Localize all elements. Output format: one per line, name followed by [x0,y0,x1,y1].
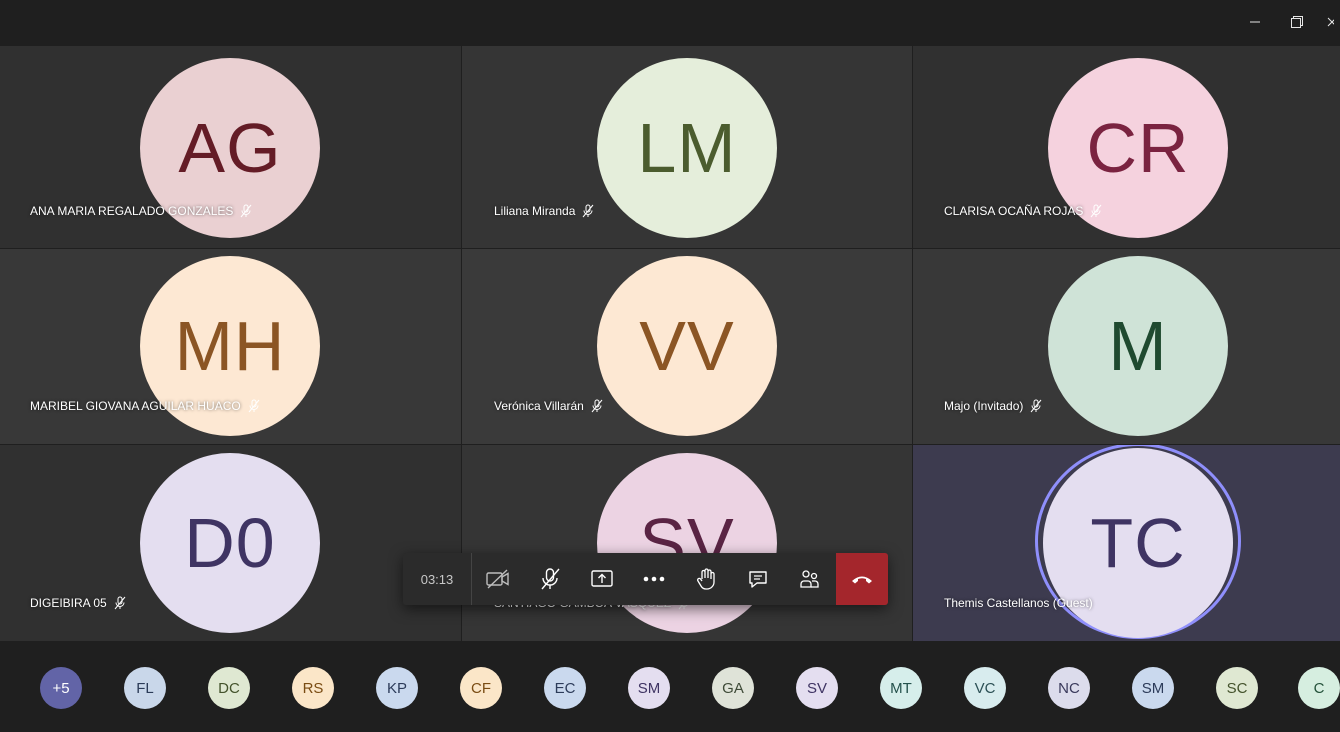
participant-name: CLARISA OCAÑA ROJAS [944,204,1084,218]
camera-off-icon [486,569,509,589]
share-screen-icon [591,570,613,587]
participant-avatar-chip[interactable]: EC [544,667,586,709]
mic-off-icon [590,399,604,413]
avatar: VV [597,256,777,436]
participant-tile[interactable]: CR CLARISA OCAÑA ROJAS [913,46,1340,248]
participant-avatar-chip[interactable]: SV [796,667,838,709]
participant-grid: AG ANA MARIA REGALADO GONZALES LM Lilian… [0,46,1340,641]
participant-avatar-chip[interactable]: GA [712,667,754,709]
mic-off-icon [239,204,253,218]
people-icon [800,570,819,588]
participant-name: DIGEIBIRA 05 [30,596,107,610]
participant-name: ANA MARIA REGALADO GONZALES [30,204,234,218]
call-timer: 03:13 [403,553,472,605]
mic-off-button[interactable] [524,553,576,605]
avatar: M [1048,256,1228,436]
participant-avatar-chip[interactable]: CF [460,667,502,709]
participant-avatar-chip[interactable]: KP [376,667,418,709]
more-participants-button[interactable]: +5 [40,667,82,709]
more-actions-button[interactable] [628,553,680,605]
participant-avatar-chip[interactable]: MT [880,667,922,709]
phone-hangup-icon [852,576,872,584]
call-controls-toolbar: 03:13 [403,553,888,605]
participant-avatar-chip[interactable]: C [1298,667,1340,709]
participant-name: Verónica Villarán [494,399,584,413]
minimize-button[interactable] [1240,8,1270,36]
participant-name: MARIBEL GIOVANA AGUILAR HUACO [30,399,241,413]
participant-tile[interactable]: AG ANA MARIA REGALADO GONZALES [0,46,461,248]
mic-off-icon [113,596,127,610]
participant-avatar-chip[interactable]: SC [1216,667,1258,709]
participant-tile[interactable]: LM Liliana Miranda [462,46,912,248]
participant-name: Themis Castellanos (Guest) [944,596,1093,610]
participant-tile-active-speaker[interactable]: TC Themis Castellanos (Guest) [913,445,1340,641]
participant-tile[interactable]: MH MARIBEL GIOVANA AGUILAR HUACO [0,249,461,444]
more-icon [643,576,665,582]
participants-button[interactable] [784,553,836,605]
participant-tile[interactable]: D0 DIGEIBIRA 05 [0,445,461,641]
raise-hand-button[interactable] [680,553,732,605]
mic-off-icon [581,204,595,218]
mic-off-icon [1089,204,1103,218]
chat-icon [749,571,767,588]
avatar: D0 [140,453,320,633]
participant-overflow-strip: +5 FL DC RS KP CF EC SM GA SV MT VC NC S… [0,641,1340,732]
hang-up-button[interactable] [836,553,888,605]
title-bar [0,0,1340,46]
mic-off-icon [1029,399,1043,413]
close-button[interactable] [1322,8,1340,36]
participant-avatar-chip[interactable]: NC [1048,667,1090,709]
participant-tile[interactable]: VV Verónica Villarán [462,249,912,444]
participant-avatar-chip[interactable]: SM [628,667,670,709]
chat-button[interactable] [732,553,784,605]
participant-avatar-chip[interactable]: FL [124,667,166,709]
avatar: LM [597,58,777,238]
hand-icon [697,568,715,590]
camera-off-button[interactable] [472,553,524,605]
participant-name: Liliana Miranda [494,204,576,218]
participant-tile[interactable]: M Majo (Invitado) [913,249,1340,444]
participant-avatar-chip[interactable]: VC [964,667,1006,709]
mic-off-icon [247,399,261,413]
restore-icon [1291,16,1303,28]
restore-button[interactable] [1282,8,1312,36]
mic-off-icon [541,568,560,590]
participant-name: Majo (Invitado) [944,399,1024,413]
participant-tile[interactable]: SV SANTIAGO GAMBOA VASQUEZ [462,445,912,641]
close-icon [1327,17,1334,27]
participant-avatar-chip[interactable]: DC [208,667,250,709]
minimize-icon [1250,21,1260,23]
participant-avatar-chip[interactable]: SM [1132,667,1174,709]
participant-avatar-chip[interactable]: RS [292,667,334,709]
share-screen-button[interactable] [576,553,628,605]
